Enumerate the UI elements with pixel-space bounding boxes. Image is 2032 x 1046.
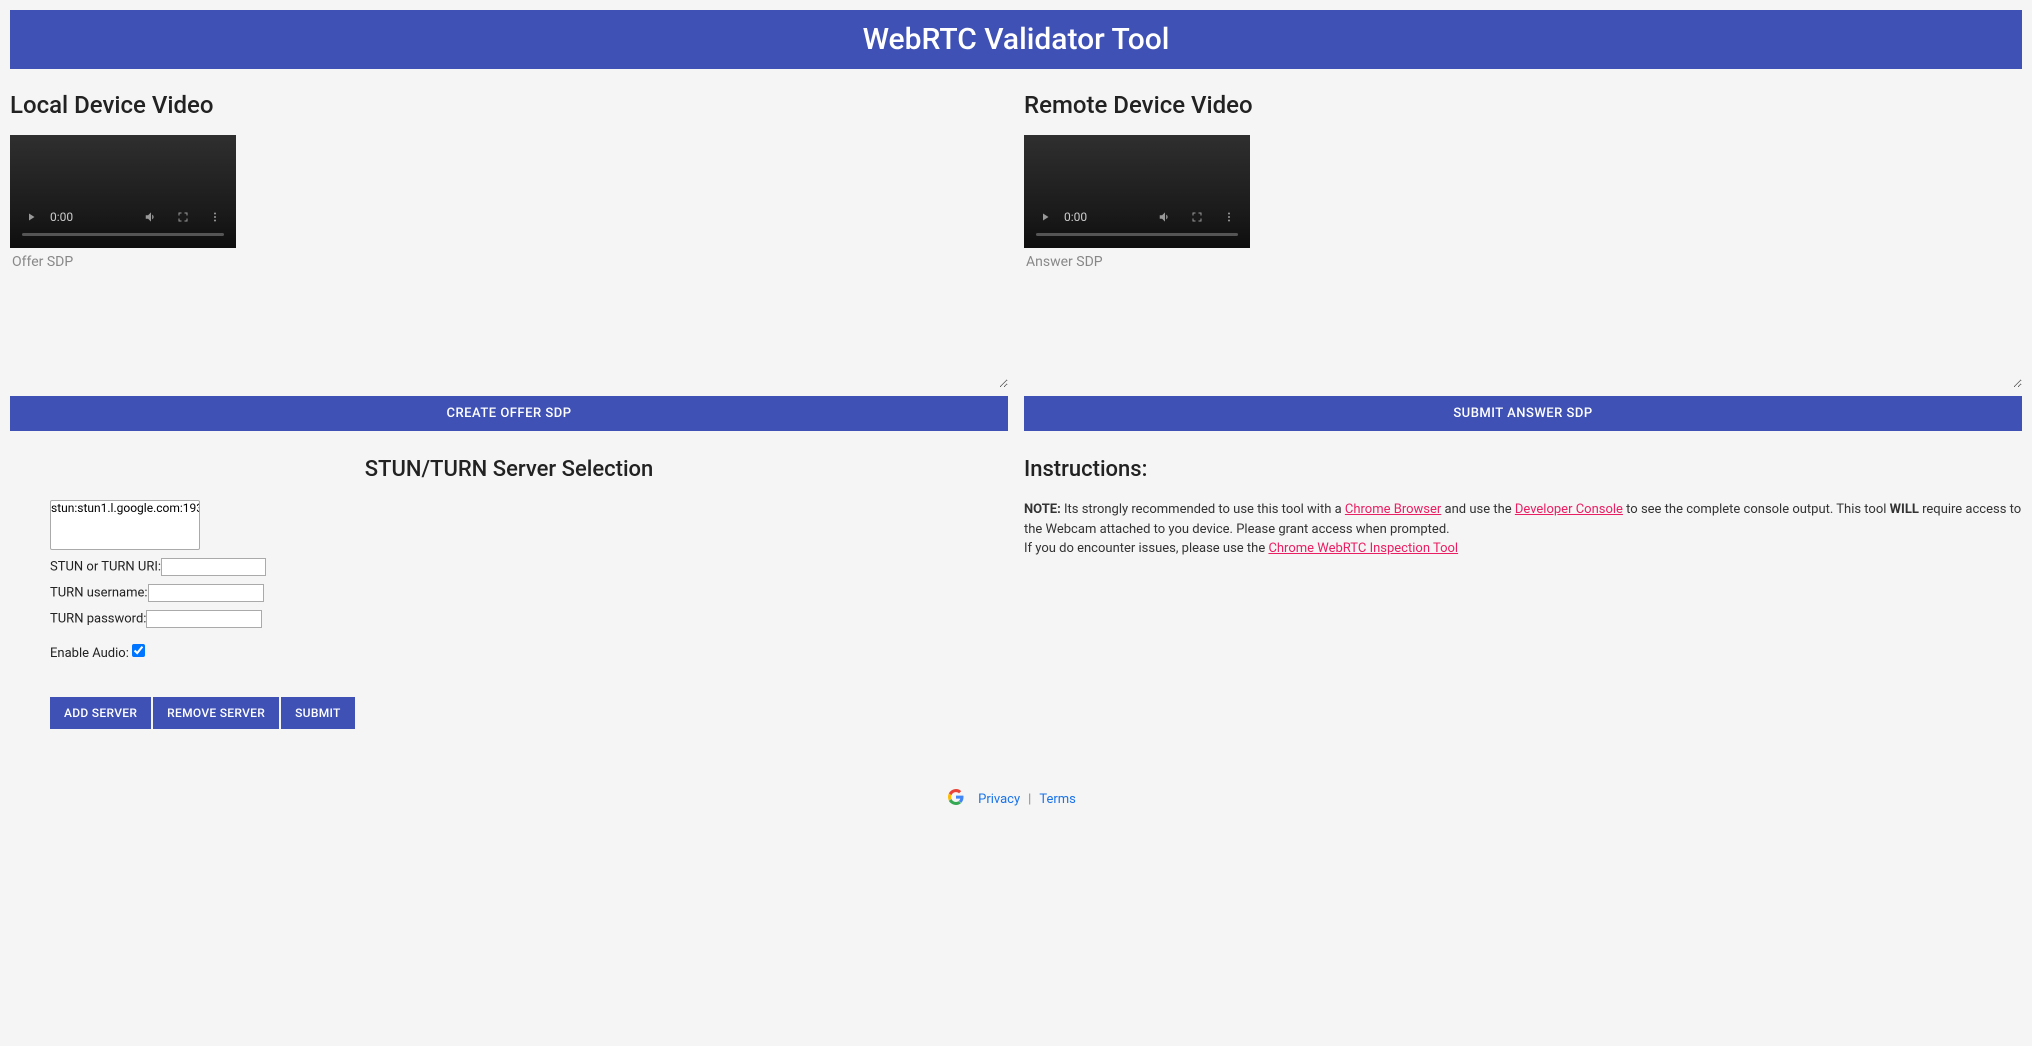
play-icon[interactable] [22,208,40,226]
privacy-link[interactable]: Privacy [978,792,1020,807]
uri-label: STUN or TURN URI: [50,560,161,575]
create-offer-button[interactable]: CREATE OFFER SDP [10,396,1008,431]
username-input[interactable] [148,584,264,602]
server-list-select[interactable]: stun:stun1.l.google.com:19302 [50,500,200,550]
fullscreen-icon[interactable] [1188,208,1206,226]
username-label: TURN username: [50,586,148,601]
password-input[interactable] [146,610,262,628]
remote-column: Remote Device Video 0:00 [1016,69,2022,759]
page-title: WebRTC Validator Tool [863,22,1170,57]
instructions-heading: Instructions: [1024,457,2022,482]
local-video-heading: Local Device Video [10,91,1008,119]
video-progress[interactable] [1036,233,1238,236]
footer: Privacy | Terms [10,789,2022,809]
enable-audio-label: Enable Audio: [50,646,129,661]
server-option[interactable]: stun:stun1.l.google.com:19302 [51,501,199,515]
inspection-tool-link[interactable]: Chrome WebRTC Inspection Tool [1268,541,1458,556]
terms-link[interactable]: Terms [1039,792,1076,807]
local-video-player[interactable]: 0:00 [10,135,236,248]
more-icon[interactable] [206,208,224,226]
developer-console-link[interactable]: Developer Console [1515,502,1623,517]
volume-icon[interactable] [142,208,160,226]
more-icon[interactable] [1220,208,1238,226]
note-prefix: NOTE: [1024,502,1061,517]
fullscreen-icon[interactable] [174,208,192,226]
server-selection-heading: STUN/TURN Server Selection [50,457,968,482]
remote-video-time: 0:00 [1064,210,1087,224]
offer-sdp-textarea[interactable] [10,248,1008,388]
volume-icon[interactable] [1156,208,1174,226]
play-icon[interactable] [1036,208,1054,226]
remote-video-heading: Remote Device Video [1024,91,2022,119]
answer-sdp-textarea[interactable] [1024,248,2022,388]
footer-separator: | [1028,792,1031,807]
local-column: Local Device Video 0:00 [10,69,1016,759]
remote-video-player[interactable]: 0:00 [1024,135,1250,248]
submit-server-button[interactable]: SUBMIT [281,697,355,729]
page-title-bar: WebRTC Validator Tool [10,10,2022,69]
remove-server-button[interactable]: REMOVE SERVER [153,697,279,729]
video-progress[interactable] [22,233,224,236]
google-logo-icon [948,789,964,809]
instructions-text: NOTE: Its strongly recommended to use th… [1024,500,2022,559]
add-server-button[interactable]: ADD SERVER [50,697,151,729]
submit-answer-button[interactable]: SUBMIT ANSWER SDP [1024,396,2022,431]
chrome-browser-link[interactable]: Chrome Browser [1345,502,1441,517]
local-video-time: 0:00 [50,210,73,224]
uri-input[interactable] [161,558,266,576]
enable-audio-checkbox[interactable] [132,644,145,657]
password-label: TURN password: [50,612,146,627]
